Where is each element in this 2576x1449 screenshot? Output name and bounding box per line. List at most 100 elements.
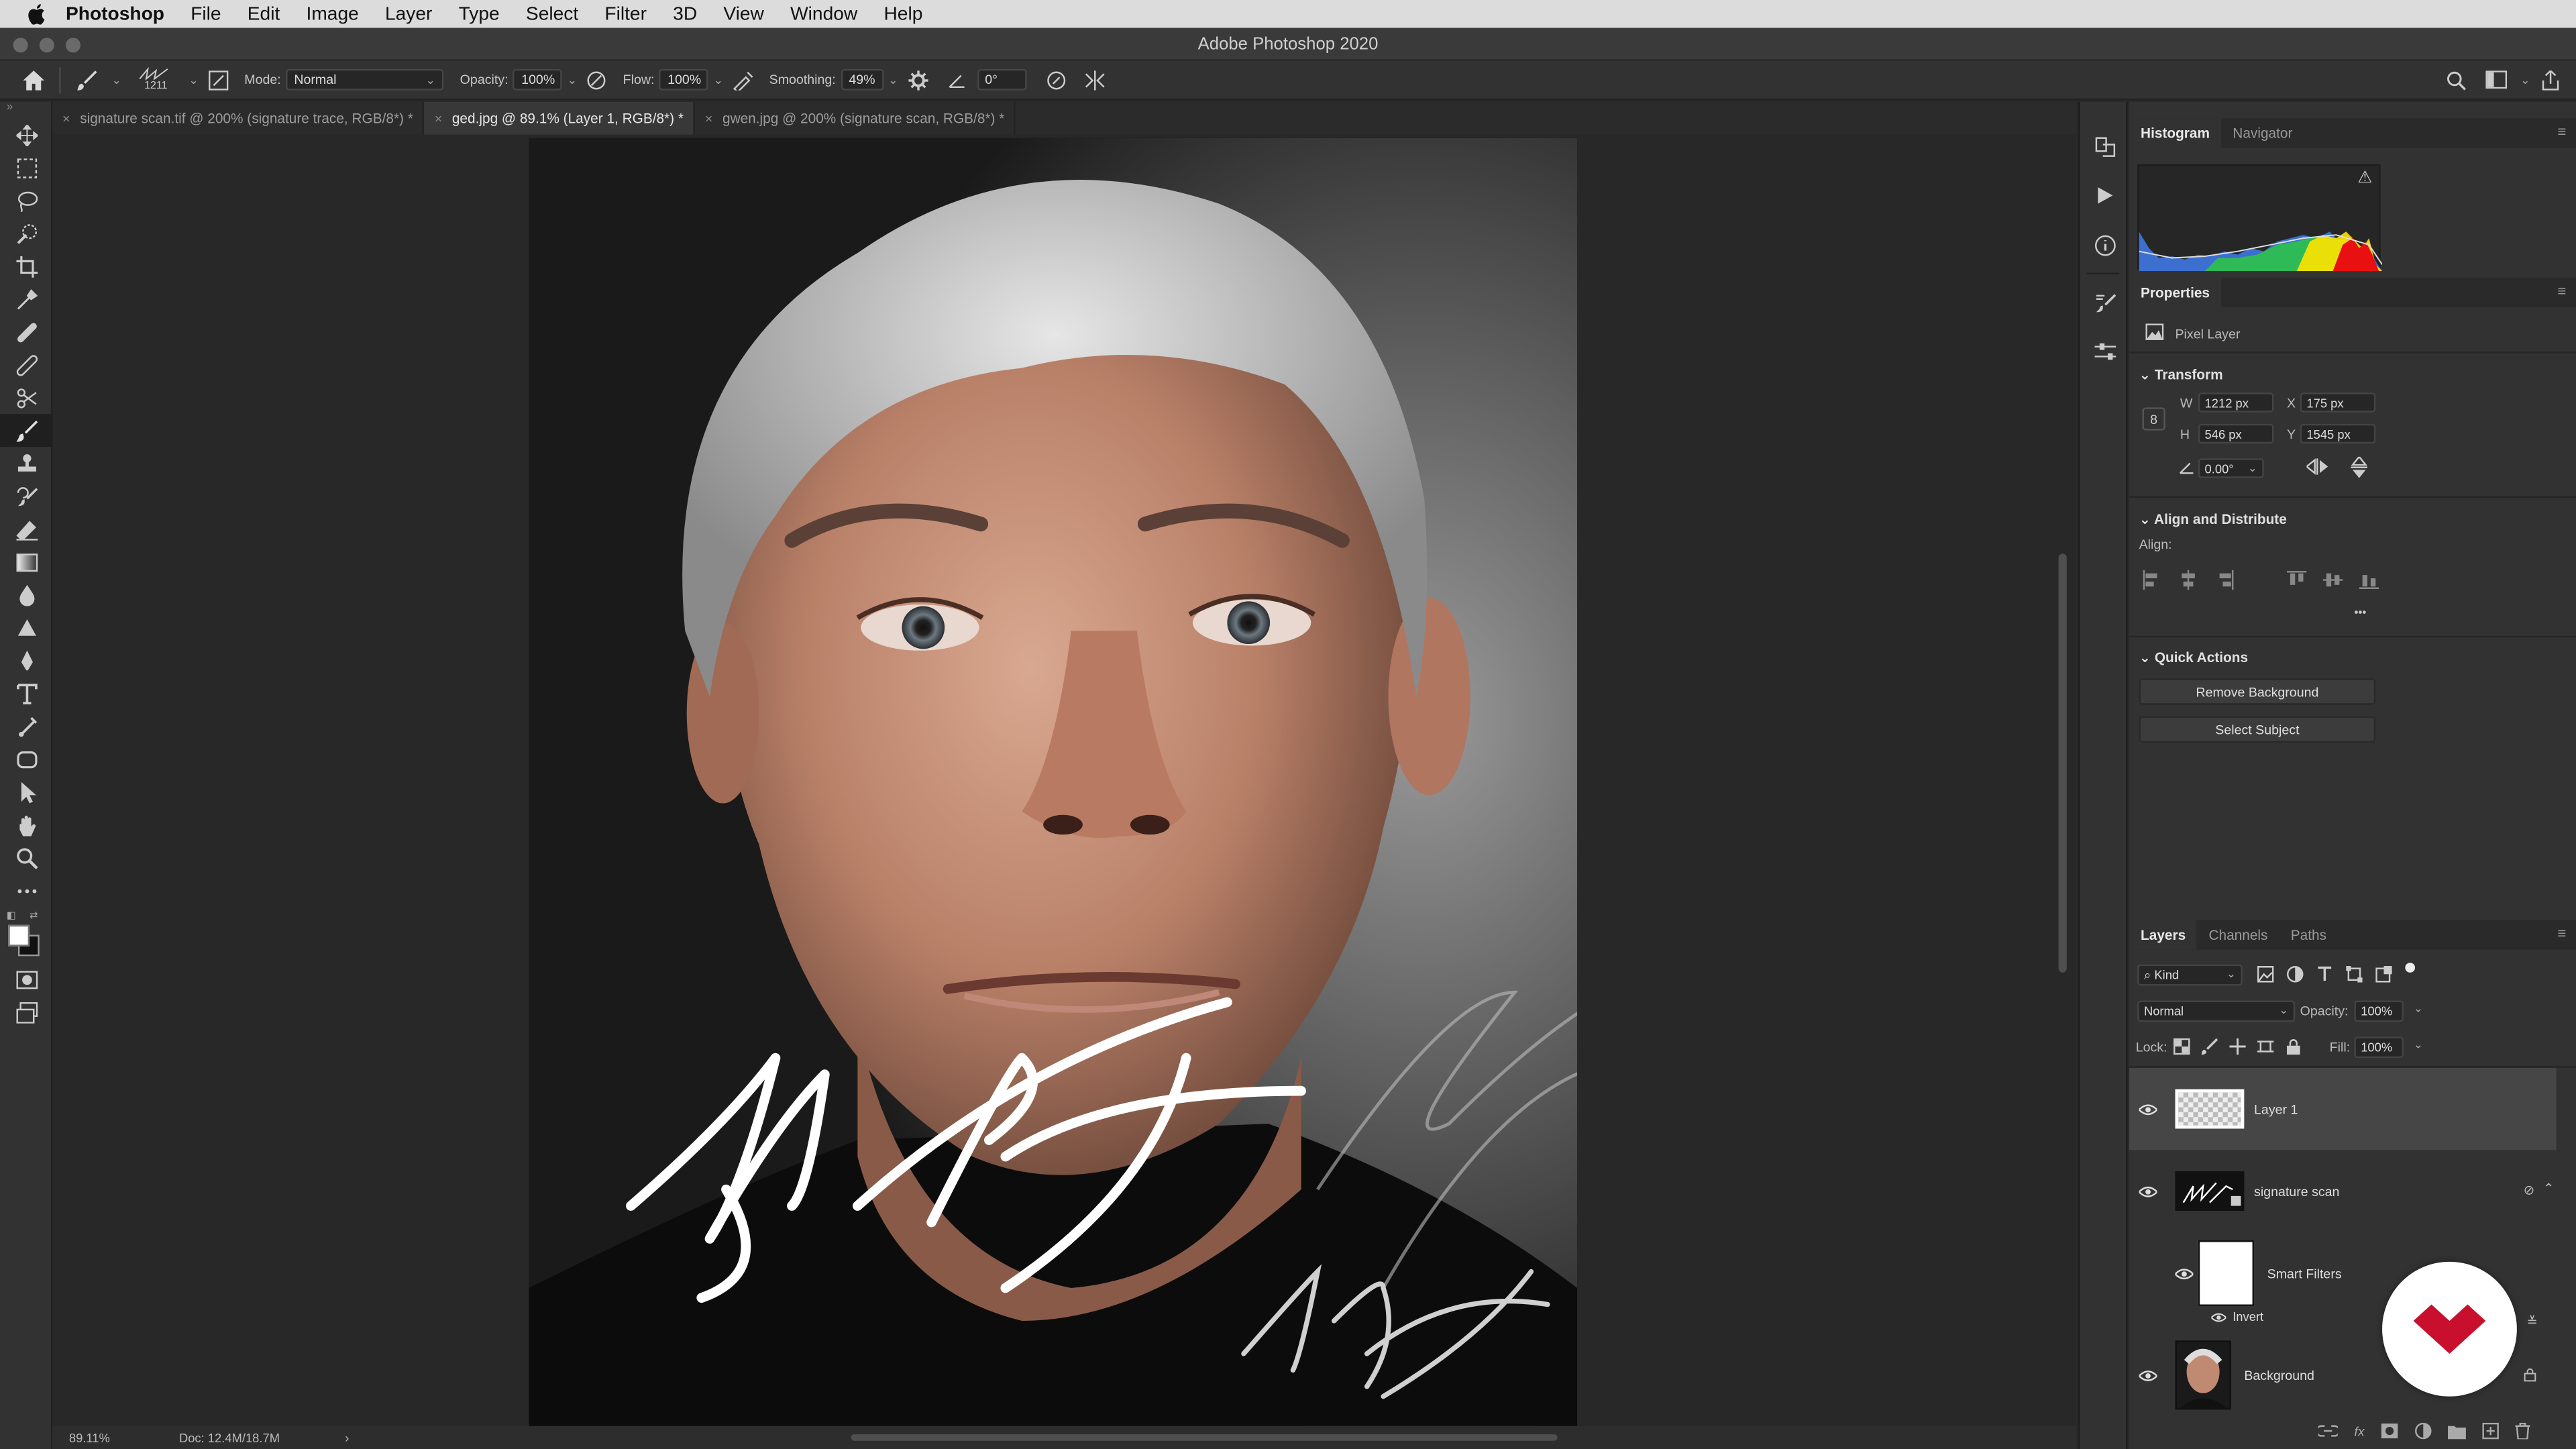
menu-app-name[interactable]: Photoshop [66, 4, 164, 23]
menu-image[interactable]: Image [307, 4, 359, 23]
invert-filter-label[interactable]: Invert [2233, 1309, 2263, 1324]
tab-layers[interactable]: Layers [2129, 920, 2198, 950]
clone-stamp-tool-icon[interactable] [0, 447, 52, 480]
vertical-scrollbar[interactable] [2053, 135, 2073, 1426]
smart-filter-indicator-icon[interactable]: ⊘ [2524, 1183, 2534, 1197]
apple-icon[interactable] [23, 1, 49, 27]
collapse-effects-icon[interactable]: ⌃ [2543, 1181, 2554, 1196]
filter-type-icon[interactable] [2316, 966, 2332, 982]
filter-blending-options-icon[interactable]: ≚ [2527, 1314, 2538, 1329]
lock-position-icon[interactable] [2229, 1038, 2246, 1055]
adjustments-icon[interactable] [2080, 327, 2129, 376]
align-horizontal-center-icon[interactable] [2178, 570, 2198, 590]
menu-type[interactable]: Type [459, 4, 500, 23]
new-group-icon[interactable] [2448, 1424, 2467, 1439]
link-dimensions-icon[interactable]: 8 [2142, 407, 2165, 431]
history-panel-icon[interactable] [2080, 121, 2129, 170]
lock-transparent-icon[interactable] [2174, 1038, 2190, 1055]
remove-background-button[interactable]: Remove Background [2139, 678, 2376, 705]
chevron-down-icon[interactable]: ⌄ [112, 73, 121, 86]
tab-gwen[interactable]: × gwen.jpg @ 200% (signature scan, RGB/8*… [695, 101, 1016, 135]
tab-channels[interactable]: Channels [2197, 920, 2279, 949]
panel-menu-icon[interactable]: ≡ [2557, 282, 2566, 299]
collapse-toolbar-icon[interactable]: » [0, 102, 51, 118]
eye-icon[interactable] [2165, 1267, 2202, 1279]
pen-tool-icon[interactable] [0, 644, 52, 677]
filter-adjustment-icon[interactable] [2287, 966, 2304, 983]
foreground-color-swatch[interactable] [8, 924, 30, 947]
y-field[interactable]: 1545 px [2300, 423, 2376, 444]
eraser-tool-icon[interactable] [0, 513, 52, 545]
eye-icon[interactable] [2129, 1104, 2165, 1115]
eye-icon[interactable] [2211, 1312, 2226, 1322]
layer-filter-kind[interactable]: ⌕ Kind ⌄ [2137, 964, 2243, 986]
brush-tool-icon[interactable] [0, 414, 53, 447]
menu-filter[interactable]: Filter [604, 4, 647, 23]
type-tool-icon[interactable] [0, 677, 52, 710]
panel-menu-icon[interactable]: ≡ [2557, 925, 2566, 941]
align-vertical-center-icon[interactable] [2322, 570, 2343, 590]
lock-artboard-icon[interactable] [2257, 1038, 2274, 1055]
filter-row-invert[interactable]: Invert [2211, 1309, 2263, 1324]
layer-thumbnail[interactable] [2175, 1171, 2245, 1211]
chevron-down-icon[interactable]: ⌄ [2520, 73, 2530, 86]
flip-vertical-icon[interactable] [2351, 455, 2368, 482]
layer-opacity-field[interactable]: 100% [2354, 1000, 2404, 1022]
shape-tool-icon[interactable] [0, 743, 52, 775]
eyedropper-tool-icon[interactable] [0, 282, 52, 315]
workspace-icon[interactable] [2483, 66, 2509, 93]
layer-name[interactable]: Layer 1 [2254, 1102, 2298, 1116]
delete-layer-icon[interactable] [2515, 1422, 2531, 1440]
filter-pixel-icon[interactable] [2257, 966, 2274, 983]
cache-warning-icon[interactable]: ⚠ [2357, 169, 2372, 187]
brush-settings-icon[interactable] [2080, 278, 2129, 327]
new-adjustment-layer-icon[interactable] [2415, 1422, 2432, 1440]
menu-view[interactable]: View [723, 4, 764, 23]
history-brush-tool-icon[interactable] [0, 480, 52, 513]
eye-icon[interactable] [2129, 1369, 2165, 1381]
tab-properties[interactable]: Properties [2129, 277, 2222, 307]
path-selection-tool-icon[interactable] [0, 775, 52, 808]
menu-window[interactable]: Window [790, 4, 857, 23]
move-tool-icon[interactable] [0, 118, 52, 151]
share-icon[interactable] [2536, 66, 2563, 93]
mode-select[interactable]: Normal ⌄ [286, 68, 444, 91]
close-tab-icon[interactable]: × [62, 111, 70, 125]
dodge-tool-icon[interactable] [0, 611, 52, 644]
gradient-tool-icon[interactable] [0, 545, 52, 578]
lasso-tool-icon[interactable] [0, 184, 52, 217]
brush-size-picker[interactable]: 1211 [135, 66, 178, 93]
canvas-area[interactable] [52, 134, 2077, 1426]
pressure-size-icon[interactable] [1042, 66, 1069, 93]
brush-angle-field[interactable]: 0° [977, 68, 1026, 91]
tab-signature-scan[interactable]: × signature scan.tif @ 200% (signature tr… [52, 101, 425, 135]
more-options-icon[interactable]: ••• [2354, 608, 2366, 619]
default-colors-icon[interactable]: ◧ [7, 910, 16, 922]
flow-field[interactable]: 100% [659, 68, 709, 91]
chevron-down-icon[interactable]: ⌄ [2414, 1038, 2423, 1051]
fill-field[interactable]: 100% [2354, 1036, 2404, 1059]
height-field[interactable]: 546 px [2198, 423, 2274, 444]
align-section-title[interactable]: ⌄ Align and Distribute [2139, 511, 2287, 529]
crop-tool-icon[interactable] [0, 250, 52, 282]
symmetry-icon[interactable] [1082, 66, 1108, 93]
x-field[interactable]: 175 px [2300, 392, 2376, 413]
home-icon[interactable] [19, 66, 46, 93]
more-tools-icon[interactable] [0, 874, 52, 907]
gear-icon[interactable] [904, 66, 930, 93]
menu-edit[interactable]: Edit [248, 4, 280, 23]
airbrush-icon[interactable] [730, 66, 756, 93]
search-icon[interactable] [2443, 66, 2469, 93]
blend-mode-select[interactable]: Normal ⌄ [2137, 1000, 2296, 1022]
status-menu-arrow[interactable]: › [345, 1431, 349, 1446]
chevron-down-icon[interactable]: ⌄ [2414, 1002, 2423, 1015]
chevron-down-icon[interactable]: ⌄ [568, 73, 577, 86]
flip-horizontal-icon[interactable] [2305, 458, 2328, 478]
brush-tool-preset-icon[interactable] [74, 66, 100, 93]
document-canvas[interactable] [529, 138, 1578, 1426]
smoothing-field[interactable]: 49% [841, 68, 883, 91]
marquee-tool-icon[interactable] [0, 151, 52, 184]
quick-actions-section-title[interactable]: ⌄ Quick Actions [2139, 649, 2248, 667]
scissors-tool-icon[interactable] [0, 381, 52, 414]
link-layers-icon[interactable] [2318, 1424, 2338, 1438]
